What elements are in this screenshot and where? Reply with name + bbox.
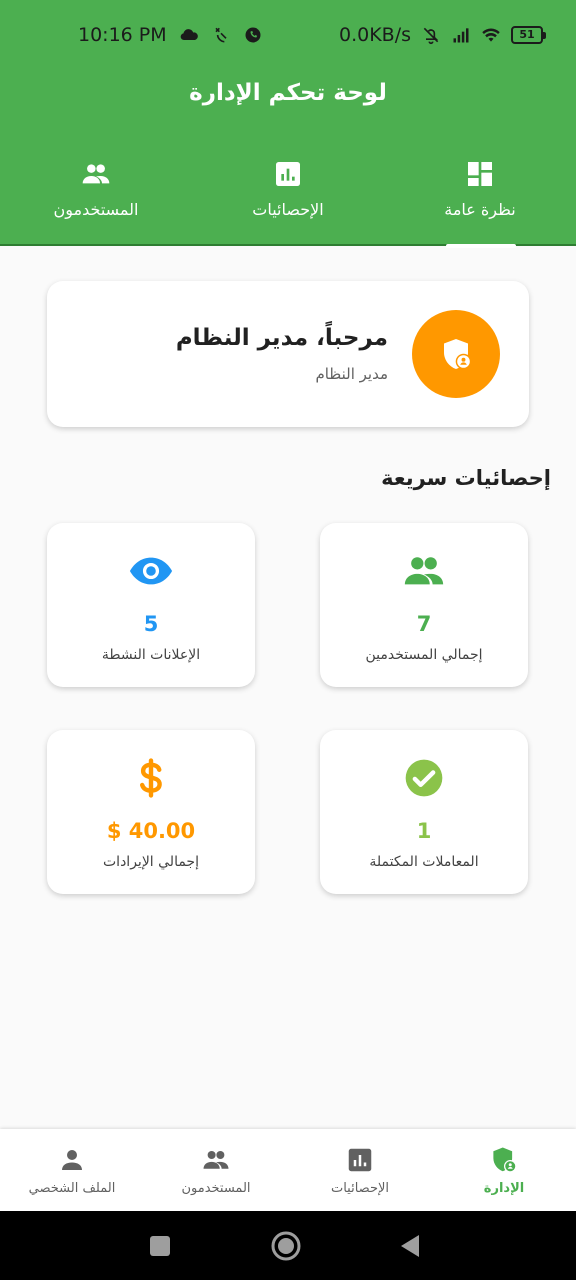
whatsapp-icon [245, 27, 261, 43]
network-speed: 0.0KB/s [338, 24, 411, 46]
square-icon [150, 1236, 170, 1256]
recents-button[interactable] [140, 1226, 180, 1266]
bell-off-icon [423, 27, 439, 45]
eye-icon [129, 557, 173, 585]
stat-card-completed-transactions[interactable]: 1 المعاملات المكتملة [320, 730, 528, 894]
battery-level: 51 [511, 26, 543, 44]
stat-value: 5 [143, 612, 159, 636]
stat-value: 7 [416, 612, 432, 636]
stat-card-active-ads[interactable]: 5 الإعلانات النشطة [47, 523, 255, 687]
app-bar: 10:16 PM 0.0KB/s 51 لوحة تحكم الإدارة نظ… [0, 0, 576, 248]
back-button[interactable] [390, 1226, 430, 1266]
tab-statistics-label: الإحصائيات [252, 200, 324, 219]
stat-card-total-users[interactable]: 7 إجمالي المستخدمين [320, 523, 528, 687]
nav-item-admin-label: الإدارة [483, 1181, 525, 1196]
battery-icon: 51 [511, 26, 546, 44]
admin-shield-icon [444, 339, 472, 370]
status-time: 10:16 PM [78, 24, 167, 46]
status-bar: 10:16 PM 0.0KB/s 51 [0, 0, 576, 70]
dollar-icon [140, 758, 162, 798]
people-icon [82, 164, 110, 184]
tab-users[interactable]: المستخدمون [0, 150, 192, 246]
system-navigation-bar [0, 1211, 576, 1280]
wifi-icon [482, 28, 500, 42]
welcome-card: مرحباً، مدير النظام مدير النظام [47, 281, 529, 427]
avatar [412, 310, 500, 398]
nav-item-profile-label: الملف الشخصي [28, 1181, 116, 1196]
stat-label: إجمالي المستخدمين [365, 647, 483, 663]
stat-value: $ 40.00 [106, 819, 196, 843]
quick-stats-title: إحصائيات سريعة [381, 466, 551, 490]
welcome-title: مرحباً، مدير النظام [175, 325, 388, 351]
bar-chart-icon [348, 1148, 372, 1172]
check-circle-icon [405, 759, 443, 797]
stat-value: 1 [416, 819, 432, 843]
circle-icon [271, 1231, 301, 1261]
dashboard-icon [468, 162, 492, 186]
nav-item-users-label: المستخدمون [181, 1181, 251, 1196]
people-icon [404, 557, 444, 585]
tab-active-indicator [446, 244, 516, 248]
bottom-navigation: الإدارة الإحصائيات المستخدمون الملف الشخ… [0, 1129, 576, 1211]
signal-icon [453, 28, 469, 43]
stat-label: المعاملات المكتملة [369, 854, 479, 870]
tab-statistics[interactable]: الإحصائيات [192, 150, 384, 246]
nav-item-admin[interactable]: الإدارة [432, 1129, 576, 1211]
home-button[interactable] [266, 1226, 306, 1266]
welcome-subtitle: مدير النظام [315, 365, 388, 383]
stat-label: إجمالي الإيرادات [103, 854, 199, 870]
person-icon [62, 1150, 82, 1170]
bar-chart-icon [276, 162, 300, 186]
nav-item-statistics[interactable]: الإحصائيات [288, 1129, 432, 1211]
tab-overview-label: نظرة عامة [444, 200, 516, 219]
stat-card-total-revenue[interactable]: $ 40.00 إجمالي الإيرادات [47, 730, 255, 894]
stat-label: الإعلانات النشطة [101, 647, 201, 663]
triangle-back-icon [401, 1235, 419, 1257]
page-title: لوحة تحكم الإدارة [189, 80, 387, 106]
cloud-icon [180, 29, 198, 41]
people-icon [203, 1151, 229, 1169]
nav-item-statistics-label: الإحصائيات [330, 1181, 390, 1196]
tab-overview[interactable]: نظرة عامة [384, 150, 576, 246]
notification-app-icon [215, 27, 227, 43]
nav-item-profile[interactable]: الملف الشخصي [0, 1129, 144, 1211]
nav-item-users[interactable]: المستخدمون [144, 1129, 288, 1211]
tab-users-label: المستخدمون [53, 200, 139, 219]
tab-bar: نظرة عامة الإحصائيات المستخدمون [0, 150, 576, 248]
admin-shield-icon [493, 1147, 517, 1173]
